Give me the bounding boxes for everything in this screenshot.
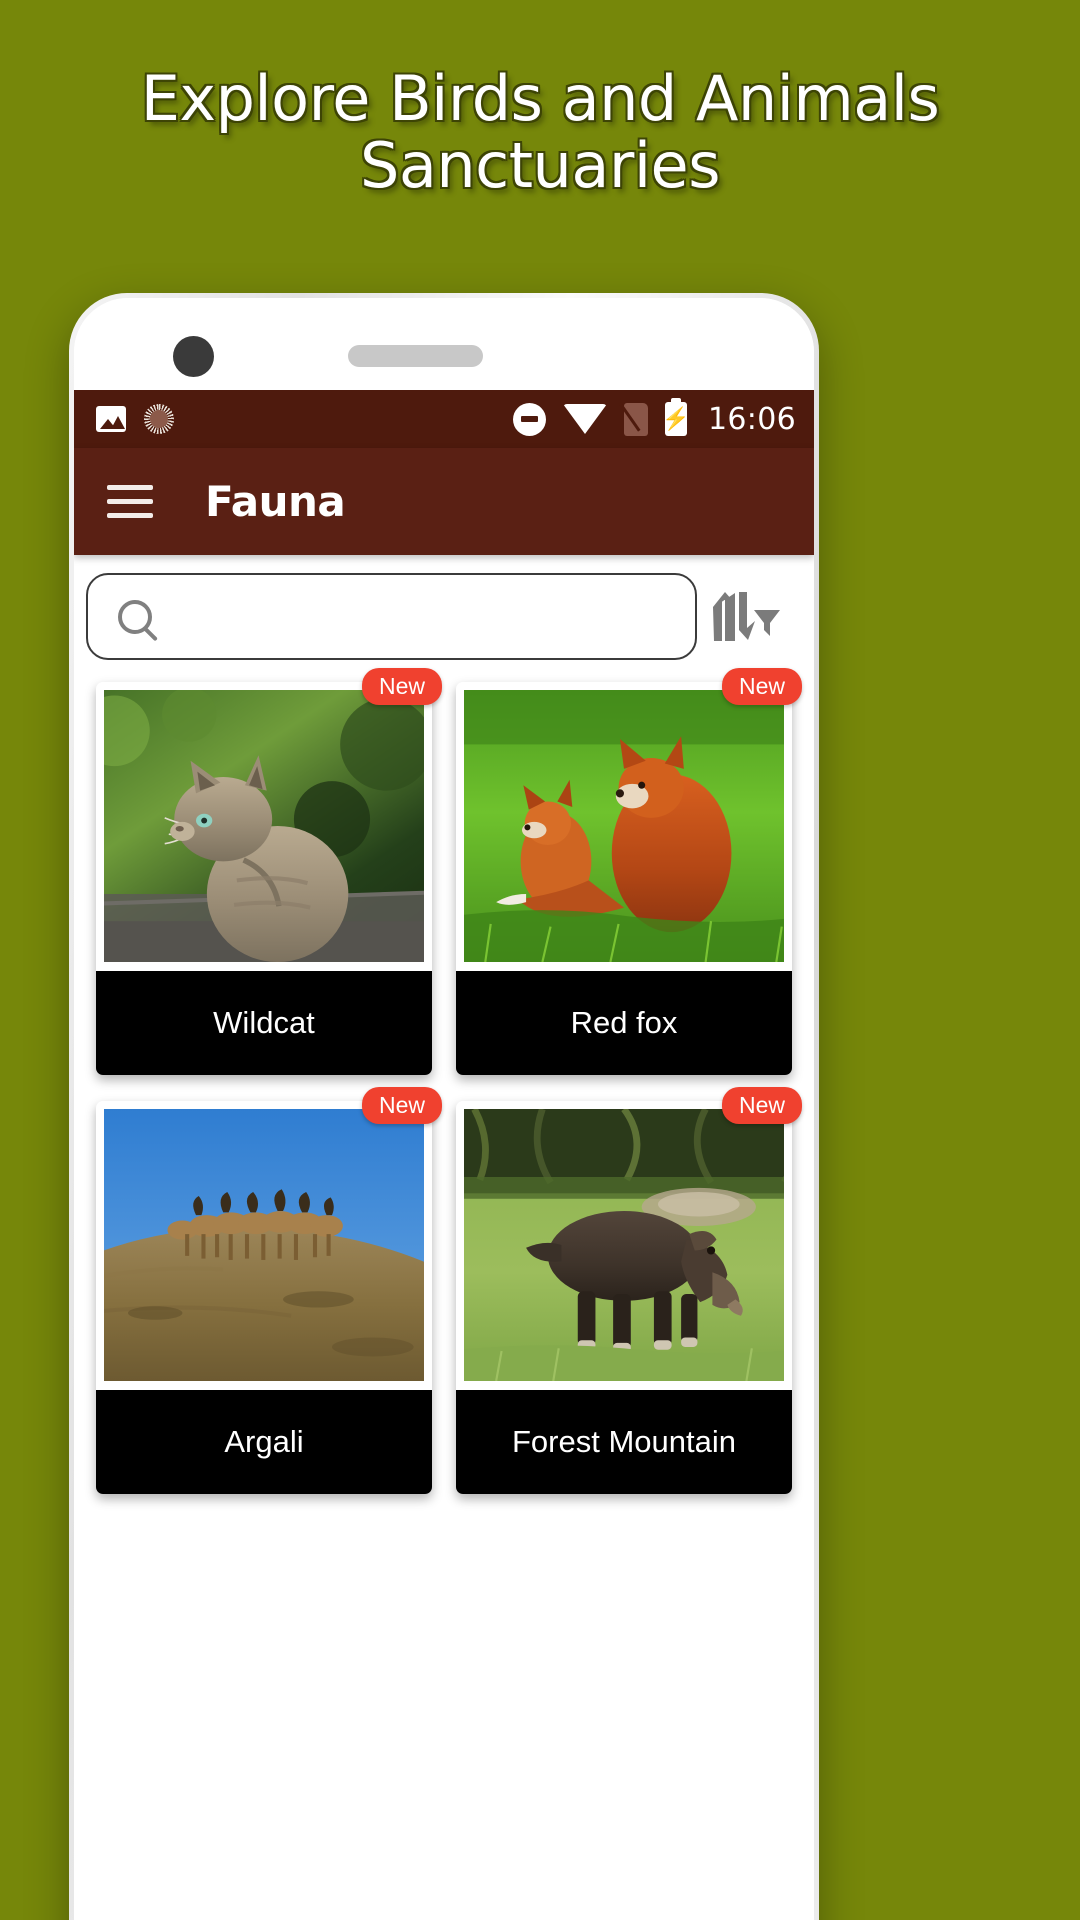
- argali-photo: [104, 1109, 424, 1381]
- fauna-card-argali[interactable]: New Argali: [96, 1087, 442, 1494]
- status-bar-right-icons: ⚡ 16:06: [513, 398, 796, 437]
- fauna-card-wildcat[interactable]: New Wildcat: [96, 668, 442, 1075]
- hamburger-menu-icon[interactable]: [107, 485, 153, 518]
- new-badge: New: [721, 668, 802, 706]
- search-row: [74, 555, 814, 660]
- sunburst-icon: [144, 404, 174, 434]
- search-input[interactable]: [152, 575, 695, 658]
- app-content: New Wildcat New Red fox New Argali New F…: [74, 555, 814, 1920]
- fauna-card-red-fox[interactable]: New Red fox: [456, 668, 802, 1075]
- fauna-card-forest-mountain[interactable]: New Forest Mountain: [456, 1087, 802, 1494]
- fauna-card-grid: New Wildcat New Red fox New Argali New F…: [74, 660, 814, 1494]
- promo-headline-line-2: Sanctuaries: [360, 128, 721, 202]
- image-icon: [96, 406, 126, 432]
- red-fox-photo: [464, 690, 784, 962]
- front-camera-icon: [173, 336, 214, 377]
- sort-filter-icon[interactable]: [697, 573, 792, 660]
- wildcat-photo: [104, 690, 424, 962]
- status-bar-left-icons: [96, 404, 174, 434]
- search-bar[interactable]: [86, 573, 697, 660]
- card-title: Forest Mountain: [456, 1390, 792, 1494]
- wifi-icon: [563, 404, 608, 434]
- wild-boar-photo: [464, 1109, 784, 1381]
- earpiece-speaker: [348, 345, 483, 367]
- search-icon: [118, 599, 152, 634]
- phone-device-mockup: ⚡ 16:06 Fauna New Wildcat New Red fox Ne…: [69, 293, 819, 1920]
- promo-headline: Explore Birds and Animals Sanctuaries: [0, 62, 1080, 202]
- app-bar: Fauna: [74, 448, 814, 555]
- card-title: Argali: [96, 1390, 432, 1494]
- new-badge: New: [361, 1087, 442, 1125]
- phone-top-bezel: [74, 298, 814, 390]
- new-badge: New: [361, 668, 442, 706]
- status-bar: ⚡ 16:06: [74, 390, 814, 448]
- card-title: Wildcat: [96, 971, 432, 1075]
- promo-headline-line-1: Explore Birds and Animals: [140, 62, 940, 135]
- phone-screen: ⚡ 16:06 Fauna New Wildcat New Red fox Ne…: [74, 298, 814, 1920]
- card-title: Red fox: [456, 971, 792, 1075]
- battery-charging-icon: ⚡: [662, 398, 690, 436]
- app-bar-title: Fauna: [205, 477, 346, 526]
- status-bar-clock: 16:06: [708, 401, 796, 437]
- signal-off-icon: [624, 402, 649, 436]
- new-badge: New: [721, 1087, 802, 1125]
- do-not-disturb-icon: [513, 402, 547, 436]
